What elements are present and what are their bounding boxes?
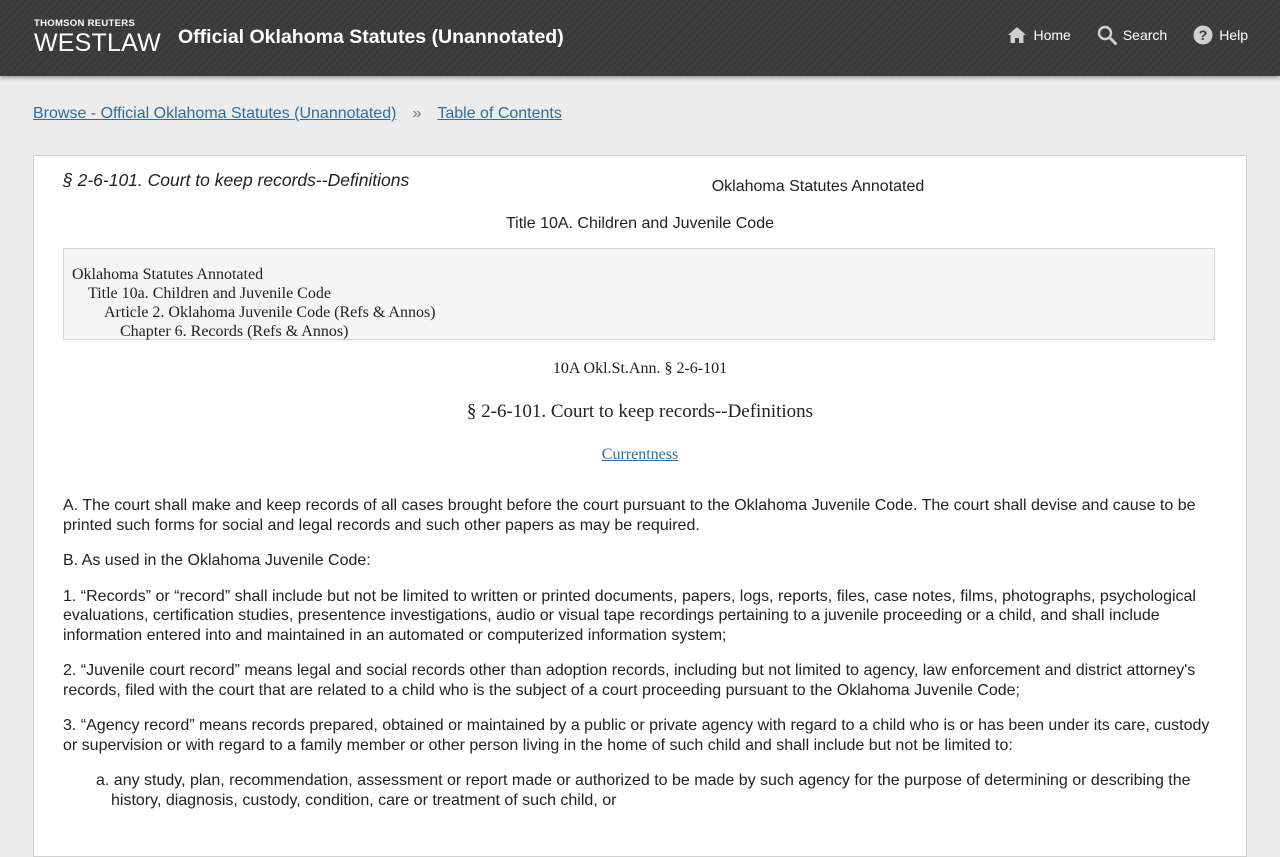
document-toc-box: Oklahoma Statutes Annotated Title 10a. C… (63, 248, 1215, 340)
svg-text:?: ? (1199, 27, 1208, 43)
toc-line-article: Article 2. Oklahoma Juvenile Code (Refs … (104, 304, 436, 321)
document-citation: 10A Okl.St.Ann. § 2-6-101 (552, 360, 728, 377)
document-body: A. The court shall make and keep records… (63, 496, 1215, 826)
paragraph-a: A. The court shall make and keep records… (63, 497, 1196, 534)
logo-brand: THOMSON REUTERS (34, 18, 136, 29)
paragraph-b: B. As used in the Oklahoma Juvenile Code… (63, 552, 371, 569)
site-title: Official Oklahoma Statutes (Unannotated) (178, 26, 564, 48)
logo-product: WESTLAW (34, 29, 161, 57)
document-source: Oklahoma Statutes Annotated (711, 178, 925, 195)
paragraph-2: 2. “Juvenile court record” means legal a… (63, 662, 1196, 699)
section-heading: § 2-6-101. Court to keep records--Defini… (466, 401, 814, 422)
document-panel: § 2-6-101. Court to keep records--Defini… (33, 155, 1247, 857)
currentness-container: Currentness (34, 446, 1246, 464)
toc-line-statutes: Oklahoma Statutes Annotated (72, 266, 264, 283)
paragraph-3: 3. “Agency record” means records prepare… (63, 717, 1210, 754)
help-icon: ? (1193, 25, 1213, 45)
help-link[interactable]: ? Help (1193, 25, 1248, 45)
home-link[interactable]: Home (1007, 25, 1071, 45)
breadcrumb-separator: » (412, 105, 422, 122)
header-nav: Home Search ? Help (1007, 25, 1248, 45)
help-link-label: Help (1219, 27, 1248, 43)
westlaw-logo[interactable]: THOMSON REUTERS WESTLAW (34, 18, 161, 57)
site-header: THOMSON REUTERS WESTLAW Official Oklahom… (0, 0, 1280, 76)
home-icon (1008, 27, 1027, 43)
search-link-label: Search (1122, 27, 1168, 43)
document-title-line: Title 10A. Children and Juvenile Code (505, 215, 774, 232)
paragraph-1: 1. “Records” or “record” shall include b… (63, 587, 1196, 644)
breadcrumb-toc-link[interactable]: Table of Contents (437, 105, 562, 123)
search-link[interactable]: Search (1097, 25, 1167, 45)
paragraph-3a: a. any study, plan, recommendation, asse… (96, 772, 1191, 809)
toc-line-title: Title 10a. Children and Juvenile Code (88, 285, 331, 302)
breadcrumb: Browse - Official Oklahoma Statutes (Una… (33, 105, 562, 123)
toc-line-chapter: Chapter 6. Records (Refs & Annos) (120, 323, 349, 340)
currentness-link[interactable]: Currentness (602, 446, 678, 463)
breadcrumb-browse-link[interactable]: Browse - Official Oklahoma Statutes (Una… (33, 105, 396, 123)
home-link-label: Home (1033, 27, 1071, 43)
search-icon (1097, 25, 1117, 45)
